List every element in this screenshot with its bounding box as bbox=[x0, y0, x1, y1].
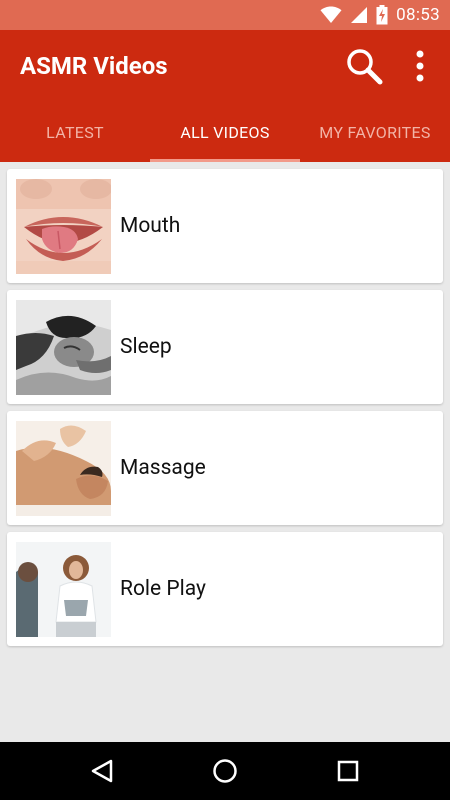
search-icon bbox=[347, 49, 383, 85]
category-label: Role Play bbox=[120, 577, 206, 601]
app-title: ASMR Videos bbox=[20, 52, 168, 80]
signal-icon bbox=[350, 6, 368, 24]
category-item-role-play[interactable]: Role Play bbox=[7, 532, 443, 646]
category-label: Massage bbox=[120, 456, 206, 480]
home-button[interactable] bbox=[195, 742, 255, 800]
category-item-sleep[interactable]: Sleep bbox=[7, 290, 443, 404]
category-label: Mouth bbox=[120, 214, 181, 238]
overflow-menu-button[interactable] bbox=[392, 38, 448, 94]
tab-all-videos[interactable]: ALL VIDEOS bbox=[150, 102, 300, 162]
back-massage-photo bbox=[16, 420, 111, 516]
system-nav-bar bbox=[0, 742, 450, 800]
recents-icon bbox=[338, 760, 359, 782]
tab-latest[interactable]: LATEST bbox=[0, 102, 150, 162]
more-vert-icon bbox=[416, 50, 424, 82]
search-button[interactable] bbox=[336, 38, 392, 94]
category-item-massage[interactable]: Massage bbox=[7, 411, 443, 525]
consultation-photo bbox=[16, 541, 111, 637]
wifi-icon bbox=[320, 6, 342, 24]
app-screen: 08:53 ASMR Videos LATEST ALL VIDEOS MY F… bbox=[0, 0, 450, 800]
battery-charging-icon bbox=[376, 5, 388, 25]
category-label: Sleep bbox=[120, 335, 172, 359]
home-icon bbox=[213, 759, 237, 783]
status-time: 08:53 bbox=[396, 5, 440, 25]
back-icon bbox=[91, 759, 112, 783]
back-button[interactable] bbox=[72, 742, 132, 800]
sleeping-woman-bw-photo bbox=[16, 299, 111, 395]
recents-button[interactable] bbox=[318, 742, 378, 800]
tab-my-favorites[interactable]: MY FAVORITES bbox=[300, 102, 450, 162]
category-item-mouth[interactable]: Mouth bbox=[7, 169, 443, 283]
status-bar: 08:53 bbox=[0, 0, 450, 30]
category-list: Mouth Sleep Massage Role Play bbox=[7, 169, 443, 653]
tab-bar: LATEST ALL VIDEOS MY FAVORITES bbox=[0, 102, 450, 162]
lips-tongue-photo bbox=[16, 178, 111, 274]
app-bar: ASMR Videos bbox=[0, 30, 450, 102]
